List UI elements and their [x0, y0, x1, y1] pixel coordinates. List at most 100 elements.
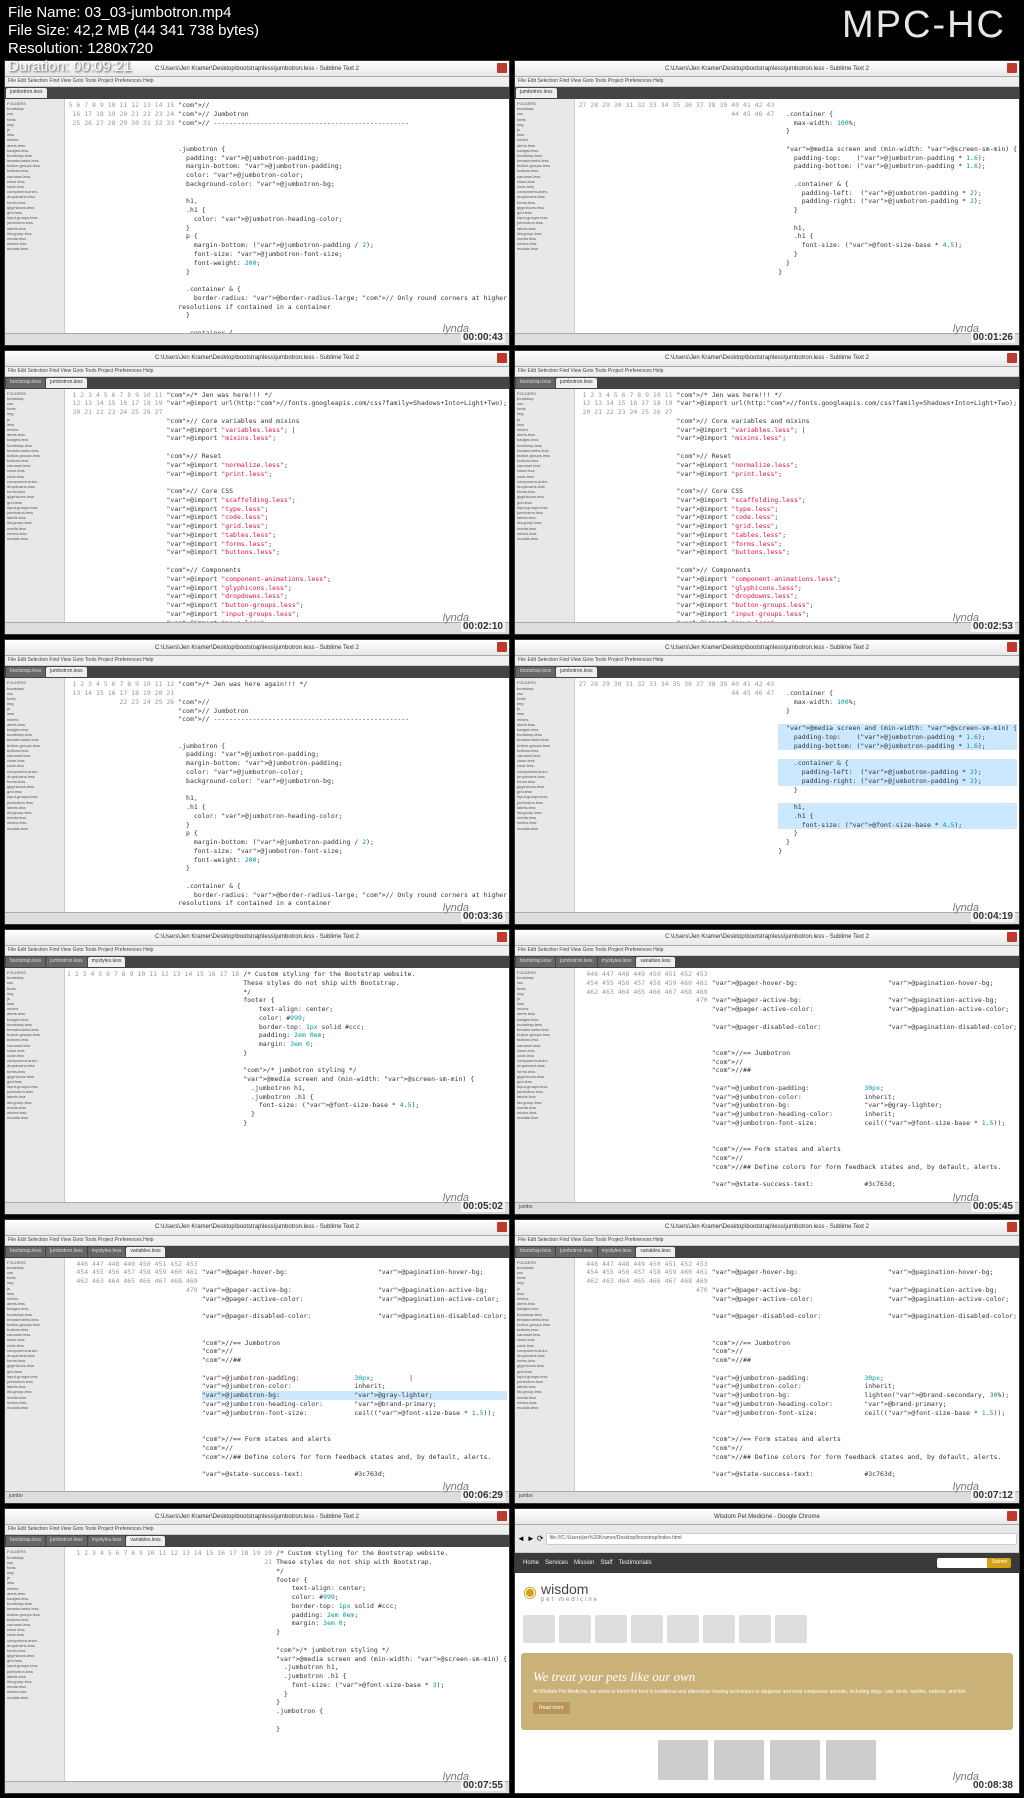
thumb-10[interactable]: C:\Users\Jen Kramer\Desktop\bootstrap\le… [514, 1219, 1020, 1505]
editor-menubar[interactable]: File Edit Selection Find View Goto Tools… [5, 946, 509, 956]
nav-link[interactable]: Mission [574, 1560, 594, 1566]
editor-sidebar[interactable]: FOLDERSbootstrapcssfontsimgjslessmixinsa… [5, 99, 65, 333]
editor-tab[interactable]: jumbotron.less [46, 378, 87, 388]
editor-menubar[interactable]: File Edit Selection Find View Goto Tools… [515, 656, 1019, 666]
editor-tab[interactable]: jumbotron.less [46, 1536, 87, 1546]
editor-sidebar[interactable]: FOLDERSbootstrapcssfontsimgjslessmixinsa… [515, 99, 575, 333]
code-editor[interactable]: 5 6 7 8 9 10 11 12 13 14 15 16 17 18 19 … [65, 99, 509, 333]
editor-tab[interactable]: bootstrap.less [516, 378, 555, 388]
code-editor[interactable]: 1 2 3 4 5 6 7 8 9 10 11 12 13 14 15 16 1… [65, 389, 509, 623]
sidebar-file[interactable]: modals.less [7, 826, 62, 831]
editor-sidebar[interactable]: FOLDERSbootstrapcssfontsimgjslessmixinsa… [5, 968, 65, 1202]
thumb-12[interactable]: Wisdom Pet Medicine - Google Chrome◄►⟳fi… [514, 1508, 1020, 1794]
pet-image [667, 1615, 699, 1643]
editor-sidebar[interactable]: FOLDERSbootstrapcssfontsimgjslessmixinsa… [5, 678, 65, 912]
sidebar-file[interactable]: modals.less [517, 1115, 572, 1120]
editor-tab[interactable]: jumbotron.less [556, 378, 597, 388]
sidebar-file[interactable]: modals.less [517, 536, 572, 541]
editor-tab[interactable]: jumbotron.less [46, 667, 87, 677]
thumb-3[interactable]: C:\Users\Jen Kramer\Desktop\bootstrap\le… [4, 350, 510, 636]
editor-tab[interactable]: jumbotron.less [556, 667, 597, 677]
editor-tab[interactable]: jumbotron.less [46, 957, 87, 967]
editor-tab[interactable]: jumbotron.less [556, 1247, 597, 1257]
editor-tab[interactable]: jumbotron.less [6, 88, 47, 98]
thumb-6[interactable]: C:\Users\Jen Kramer\Desktop\bootstrap\le… [514, 639, 1020, 925]
thumb-5[interactable]: C:\Users\Jen Kramer\Desktop\bootstrap\le… [4, 639, 510, 925]
sidebar-file[interactable]: modals.less [7, 1115, 62, 1120]
editor-tab[interactable]: bootstrap.less [6, 1536, 45, 1546]
editor-tab[interactable]: variables.less [126, 1247, 164, 1257]
thumb-2[interactable]: C:\Users\Jen Kramer\Desktop\bootstrap\le… [514, 60, 1020, 346]
editor-tab[interactable]: mystyles.less [88, 1536, 126, 1546]
nav-link[interactable]: Home [523, 1560, 539, 1566]
editor-tab[interactable]: jumbotron.less [46, 1247, 87, 1257]
line-gutter: 1 2 3 4 5 6 7 8 9 10 11 12 13 14 15 16 1… [67, 680, 178, 910]
editor-tab[interactable]: bootstrap.less [6, 1247, 45, 1257]
editor-sidebar[interactable]: FOLDERSbootstrapcssfontsimgjslessmixinsa… [5, 389, 65, 623]
editor-tab[interactable]: bootstrap.less [6, 957, 45, 967]
sidebar-file[interactable]: modals.less [517, 826, 572, 831]
code-editor[interactable]: 1 2 3 4 5 6 7 8 9 10 11 12 13 14 15 16 1… [575, 389, 1019, 623]
sidebar-file[interactable]: modals.less [517, 1405, 572, 1410]
editor-tab[interactable]: variables.less [126, 1536, 164, 1546]
code-editor[interactable]: 1 2 3 4 5 6 7 8 9 10 11 12 13 14 15 16 1… [65, 678, 509, 912]
thumb-8[interactable]: C:\Users\Jen Kramer\Desktop\bootstrap\le… [514, 929, 1020, 1215]
editor-tab[interactable]: bootstrap.less [6, 378, 45, 388]
thumb-7[interactable]: C:\Users\Jen Kramer\Desktop\bootstrap\le… [4, 929, 510, 1215]
sidebar-file[interactable]: modals.less [7, 1695, 62, 1700]
code-editor[interactable]: 446 447 448 449 450 451 452 453 454 455 … [575, 1258, 1019, 1492]
editor-menubar[interactable]: File Edit Selection Find View Goto Tools… [5, 1525, 509, 1535]
thumb-1[interactable]: C:\Users\Jen Kramer\Desktop\bootstrap\le… [4, 60, 510, 346]
editor-tab[interactable]: bootstrap.less [516, 667, 555, 677]
editor-sidebar[interactable]: FOLDERSbootstrapcssfontsimgjslessmixinsa… [515, 968, 575, 1202]
search-button[interactable]: Submit [987, 1558, 1011, 1568]
thumb-9[interactable]: C:\Users\Jen Kramer\Desktop\bootstrap\le… [4, 1219, 510, 1505]
editor-tab[interactable]: bootstrap.less [6, 667, 45, 677]
editor-sidebar[interactable]: FOLDERSbootstrapcssfontsimgjslessmixinsa… [5, 1258, 65, 1492]
editor-sidebar[interactable]: FOLDERSbootstrapcssfontsimgjslessmixinsa… [515, 1258, 575, 1492]
editor-tab[interactable]: mystyles.less [598, 957, 636, 967]
editor-sidebar[interactable]: FOLDERSbootstrapcssfontsimgjslessmixinsa… [5, 1547, 65, 1781]
editor-menubar[interactable]: File Edit Selection Find View Goto Tools… [5, 1236, 509, 1246]
editor-tab[interactable]: variables.less [636, 957, 674, 967]
editor-tab[interactable]: jumbotron.less [516, 88, 557, 98]
nav-link[interactable]: Testimonials [619, 1560, 652, 1566]
editor-tab[interactable]: mystyles.less [88, 1247, 126, 1257]
forward-icon[interactable]: ► [527, 1534, 535, 1543]
sidebar-file[interactable]: modals.less [7, 536, 62, 541]
reload-icon[interactable]: ⟳ [537, 1534, 544, 1543]
editor-menubar[interactable]: File Edit Selection Find View Goto Tools… [5, 367, 509, 377]
editor-tab[interactable]: variables.less [636, 1247, 674, 1257]
address-bar[interactable]: file:///C:/Users/jen%20Kramer/Desktop/bo… [546, 1533, 1017, 1545]
thumb-11[interactable]: C:\Users\Jen Kramer\Desktop\bootstrap\le… [4, 1508, 510, 1794]
sidebar-file[interactable]: modals.less [517, 246, 572, 251]
site-logo[interactable]: ◉wisdompet medicine [515, 1573, 1019, 1611]
editor-menubar[interactable]: File Edit Selection Find View Goto Tools… [515, 1236, 1019, 1246]
editor-tab[interactable]: bootstrap.less [516, 1247, 555, 1257]
editor-menubar[interactable]: File Edit Selection Find View Goto Tools… [5, 77, 509, 87]
sidebar-file[interactable]: modals.less [7, 246, 62, 251]
editor-tab[interactable]: mystyles.less [598, 1247, 636, 1257]
editor-sidebar[interactable]: FOLDERSbootstrapcssfontsimgjslessmixinsa… [515, 678, 575, 912]
editor-menubar[interactable]: File Edit Selection Find View Goto Tools… [515, 367, 1019, 377]
nav-link[interactable]: Staff [600, 1560, 612, 1566]
code-editor[interactable]: 1 2 3 4 5 6 7 8 9 10 11 12 13 14 15 16 1… [65, 968, 509, 1202]
thumb-4[interactable]: C:\Users\Jen Kramer\Desktop\bootstrap\le… [514, 350, 1020, 636]
back-icon[interactable]: ◄ [517, 1534, 525, 1543]
editor-menubar[interactable]: File Edit Selection Find View Goto Tools… [515, 77, 1019, 87]
code-editor[interactable]: 446 447 448 449 450 451 452 453 454 455 … [65, 1258, 509, 1492]
search-input[interactable] [937, 1558, 987, 1568]
editor-tab[interactable]: jumbotron.less [556, 957, 597, 967]
nav-link[interactable]: Services [545, 1560, 568, 1566]
editor-tab[interactable]: bootstrap.less [516, 957, 555, 967]
editor-menubar[interactable]: File Edit Selection Find View Goto Tools… [515, 946, 1019, 956]
code-editor[interactable]: 446 447 448 449 450 451 452 453 454 455 … [575, 968, 1019, 1202]
code-editor[interactable]: 27 28 29 30 31 32 33 34 35 36 37 38 39 4… [575, 678, 1019, 912]
code-editor[interactable]: 27 28 29 30 31 32 33 34 35 36 37 38 39 4… [575, 99, 1019, 333]
editor-sidebar[interactable]: FOLDERSbootstrapcssfontsimgjslessmixinsa… [515, 389, 575, 623]
code-editor[interactable]: 1 2 3 4 5 6 7 8 9 10 11 12 13 14 15 16 1… [65, 1547, 509, 1781]
editor-tab[interactable]: mystyles.less [88, 957, 126, 967]
sidebar-file[interactable]: modals.less [7, 1405, 62, 1410]
editor-menubar[interactable]: File Edit Selection Find View Goto Tools… [5, 656, 509, 666]
read-more-button[interactable]: Read more [533, 1702, 570, 1714]
